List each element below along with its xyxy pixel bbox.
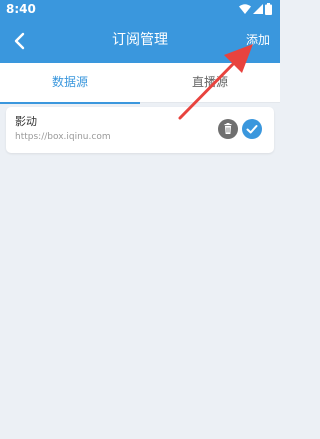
tab-data-source[interactable]: 数据源 (0, 63, 140, 104)
nav-bar: 订阅管理 添加 (0, 20, 280, 63)
source-name: 影动 (15, 115, 37, 128)
tab-live-source[interactable]: 直播源 (140, 63, 280, 103)
select-button[interactable] (242, 119, 262, 139)
active-tab-indicator (0, 102, 140, 104)
signal-icon (253, 4, 263, 14)
app-header: 8:40 订阅管理 添加 (0, 0, 280, 63)
wifi-icon (239, 4, 251, 14)
delete-button[interactable] (218, 119, 238, 139)
page-title: 订阅管理 (112, 32, 168, 48)
tab-bar: 数据源 直播源 (0, 63, 280, 104)
source-card[interactable]: 影动 https://box.iqinu.com (6, 107, 274, 153)
back-arrow-icon[interactable] (8, 29, 32, 53)
source-url: https://box.iqinu.com (15, 132, 111, 142)
status-time: 8:40 (6, 2, 36, 16)
status-icons (239, 3, 272, 15)
tab-label: 直播源 (191, 75, 228, 89)
check-icon (246, 125, 258, 134)
add-button[interactable]: 添加 (246, 20, 270, 60)
delete-icon (224, 123, 232, 134)
battery-icon (265, 3, 272, 15)
tab-label: 数据源 (51, 75, 88, 89)
